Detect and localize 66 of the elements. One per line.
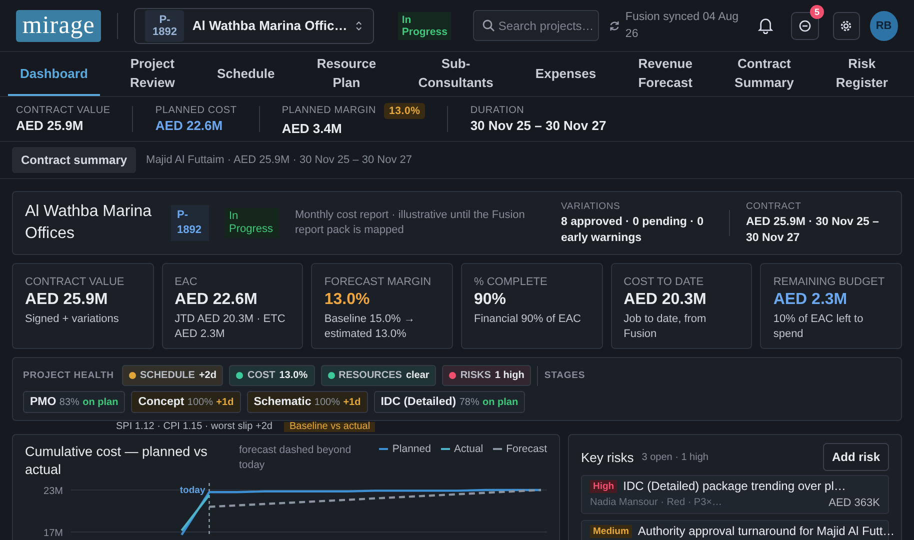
contract-label: CONTRACT (746, 200, 802, 212)
kpi-value: AED 25.9M (25, 291, 109, 309)
metric-label: CONTRACT VALUE (16, 105, 110, 116)
health-chip: SCHEDULE +2d (122, 365, 224, 386)
metric-value: AED 22.6M (155, 118, 224, 133)
project-title: Al Wathba Marina Offices (25, 202, 153, 244)
kpi-value: 13.0% (324, 291, 371, 309)
variations-label: VARIATIONS (561, 200, 622, 212)
notification-count: 5 (810, 4, 824, 18)
risks-summary: 3 open · 1 high (642, 452, 708, 462)
risk-meta: Nadia Mansour · Red · P3×… (590, 497, 722, 509)
contract-value: AED 25.9M · 30 Nov 25 – 30 Nov 27 (746, 214, 880, 246)
risk-title: IDC (Detailed) package trending over pl… (623, 479, 846, 494)
kpi-label: CONTRACT VALUE (25, 276, 126, 288)
stage-chip: Concept 100% +1d (131, 391, 241, 413)
metric-label: DURATION (470, 105, 524, 116)
kpi-value: AED 20.3M (624, 291, 708, 309)
kpi-label: REMAINING BUDGET (773, 276, 886, 288)
kpi-value: AED 22.6M (174, 291, 258, 309)
y-axis-label: 23M (44, 486, 63, 497)
kpi-note: Baseline 15.0% → estimated 13.0% (324, 312, 416, 342)
baseline-tag: Baseline vs actual (284, 422, 376, 432)
metric-label: PLANNED MARGIN (282, 105, 376, 116)
risks-title: Key risks (581, 450, 634, 464)
kpi-value: AED 2.3M (773, 291, 848, 309)
kpi-label: FORECAST MARGIN (324, 276, 432, 288)
legend-item: Forecast (493, 443, 547, 455)
kpi-note: Financial 90% of EAC (474, 312, 582, 327)
chart-title: Cumulative cost — planned vs actual (25, 443, 208, 479)
today-label: today (180, 485, 206, 496)
stage-chip: Schematic 100% +1d (246, 391, 368, 413)
metric-value: AED 3.4M (282, 120, 343, 136)
kpi-note: JTD AED 20.3M · ETC AED 2.3M (174, 312, 286, 342)
risk-level-badge: Medium (590, 525, 632, 538)
contract-details: Majid Al Futtaim · AED 25.9M · 30 Nov 25 – 30 Nov 27 (146, 154, 412, 166)
health-chip: RISKS 1 high (442, 365, 532, 386)
project-code-badge: P-1892 (171, 205, 209, 241)
health-chip: COST 13.0% (229, 365, 315, 386)
risk-amount: AED 363K (828, 497, 880, 509)
risk-level-badge: High (590, 480, 618, 493)
stage-chip: IDC (Detailed) 78% on plan (374, 391, 526, 413)
kpi-note: Signed + variations (25, 312, 120, 327)
metric-value: AED 25.9M (16, 118, 84, 133)
health-chip: RESOURCES clear (320, 365, 436, 386)
legend-item: Actual (440, 443, 484, 455)
metric-label: PLANNED COST (155, 105, 237, 116)
kpi-note: Job to date, from Fusion (624, 312, 708, 342)
chart-note: forecast dashed beyond today (239, 443, 352, 473)
sync-status: Fusion synced 04 Aug 26 (625, 10, 740, 42)
margin-badge: 13.0% (384, 102, 426, 118)
variations-value: 8 approved · 0 pending · 0 early warnings (561, 214, 704, 246)
status-badge: In Progress (398, 12, 452, 40)
performance-indices: SPI 1.12 · CPI 1.15 · worst slip +2d (116, 422, 272, 432)
legend-item: Planned (379, 443, 431, 455)
health-label: PROJECT HEALTH (23, 370, 114, 381)
report-note: Monthly cost report · illustrative until the Fusion report pack is mapped (295, 208, 526, 238)
metric-value: 30 Nov 25 – 30 Nov 27 (470, 118, 606, 133)
risk-title: Authority approval turnaround for Majid Al Futt… (638, 524, 895, 539)
kpi-label: EAC (174, 276, 198, 288)
kpi-label: % COMPLETE (474, 276, 548, 288)
kpi-label: COST TO DATE (624, 276, 705, 288)
kpi-value: 90% (474, 291, 508, 309)
stages-label: STAGES (544, 370, 586, 381)
status-badge: In Progress (225, 208, 279, 238)
kpi-note: 10% of EAC left to spend (773, 312, 864, 342)
stage-chip: PMO 83% on plan (23, 391, 126, 413)
